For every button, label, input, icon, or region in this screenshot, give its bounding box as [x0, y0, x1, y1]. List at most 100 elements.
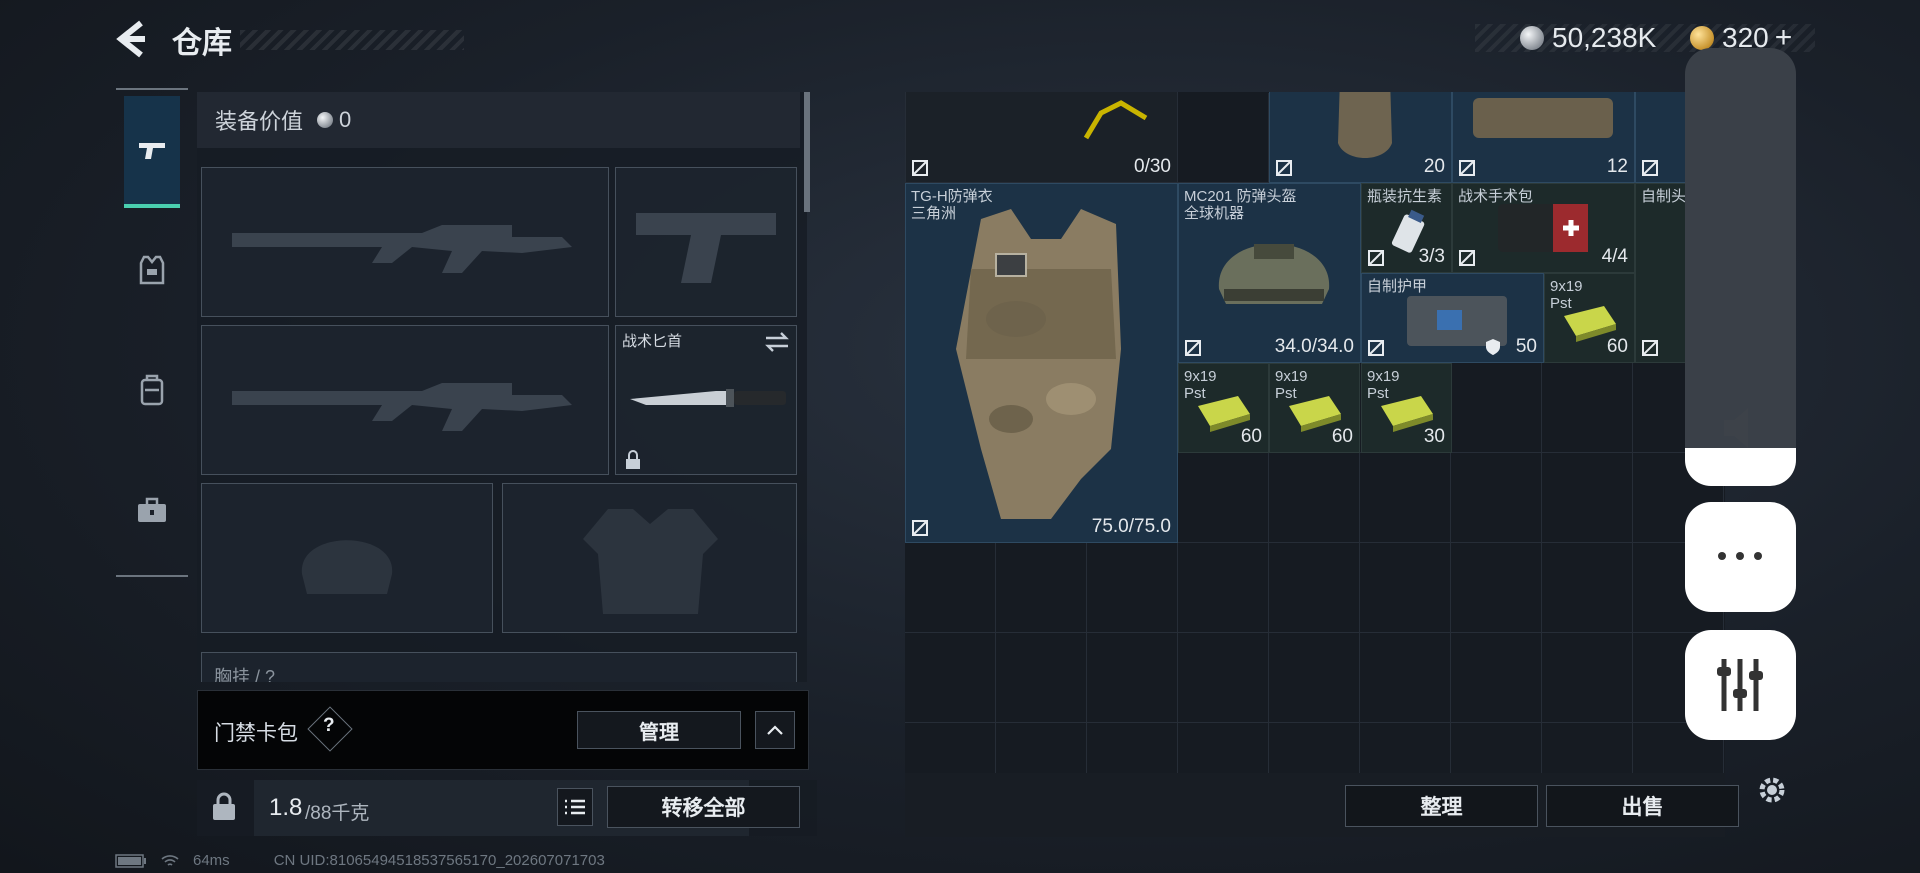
pistol-silhouette-icon [636, 213, 776, 283]
grid-item-cable[interactable]: 0/30 [905, 92, 1178, 183]
grid-cell[interactable] [1178, 543, 1269, 633]
equipment-scrollbar[interactable] [804, 92, 810, 212]
grid-item-ammo[interactable]: 9x19 Pst 60 [1178, 363, 1269, 453]
sort-button[interactable]: 整理 [1345, 785, 1538, 827]
grid-cell[interactable] [996, 543, 1087, 633]
keycard-label: 门禁卡包 [214, 722, 298, 745]
storage-grid[interactable]: 0/30 20 12 TG-H防弹衣 三角洲 75.0/75.0 MC201 防… [905, 92, 1725, 837]
grid-cell[interactable] [1178, 633, 1269, 723]
grid-item-pack[interactable]: 12 [1452, 92, 1635, 183]
knife-icon [630, 389, 786, 407]
grid-cell[interactable] [1451, 543, 1542, 633]
toolbox-icon [138, 497, 166, 522]
manage-button[interactable]: 管理 [577, 711, 741, 749]
grid-cell[interactable] [1360, 453, 1451, 543]
item-value: 0/30 [1134, 156, 1171, 177]
grid-cell[interactable] [1087, 543, 1178, 633]
no-insurance-icon [912, 160, 928, 176]
list-view-button[interactable] [557, 788, 593, 826]
transfer-all-button[interactable]: 转移全部 [607, 786, 800, 828]
keycard-bar: 门禁卡包 ? 管理 [197, 690, 809, 770]
more-options-button[interactable] [1685, 502, 1796, 612]
grid-item-pouch[interactable]: 20 [1269, 92, 1452, 183]
category-backpack[interactable] [124, 336, 180, 444]
grid-item-ammo[interactable]: 9x19 Pst 30 [1361, 363, 1452, 453]
grid-item-antibiotic[interactable]: 瓶装抗生素 3/3 [1361, 183, 1452, 273]
back-arrow-icon[interactable] [115, 20, 149, 58]
body-armor-slot[interactable] [502, 483, 797, 633]
no-insurance-icon [1276, 160, 1292, 176]
weight-max: /88千克 [305, 803, 370, 824]
helmet-slot[interactable] [201, 483, 493, 633]
lock-icon [626, 450, 640, 469]
sell-button[interactable]: 出售 [1546, 785, 1739, 827]
swap-icon[interactable] [764, 331, 790, 353]
status-footer: 64ms CN UID:81065494518537565170_2026070… [115, 852, 605, 869]
grid-cell[interactable] [1269, 543, 1360, 633]
helmet-name-line1: MC201 防弹头盔 [1184, 188, 1297, 205]
grid-cell[interactable] [1360, 543, 1451, 633]
grid-cell[interactable] [1542, 363, 1633, 453]
ammo-name-line1: 9x19 [1550, 278, 1583, 295]
grid-cell[interactable] [1542, 633, 1633, 723]
category-toolbox[interactable] [124, 456, 180, 564]
grid-cell[interactable] [905, 633, 996, 723]
no-insurance-icon [1368, 250, 1384, 266]
weight-bar: 1.8 /88千克 转移全部 [197, 780, 817, 836]
grid-item-homemade-armor[interactable]: 自制护甲 50 [1361, 273, 1544, 363]
grid-item-vest[interactable]: TG-H防弹衣 三角洲 75.0/75.0 [905, 183, 1178, 543]
equalizer-button[interactable] [1685, 630, 1796, 740]
category-armor[interactable] [124, 216, 180, 324]
grid-cell[interactable] [1178, 93, 1269, 183]
no-insurance-icon [1185, 340, 1201, 356]
equipment-value: 0 [339, 107, 352, 132]
no-insurance-icon [1459, 250, 1475, 266]
no-insurance-icon [1642, 340, 1658, 356]
armor-vest-icon [139, 255, 165, 285]
grid-cell[interactable] [905, 543, 996, 633]
pistol-icon [139, 143, 165, 159]
grid-cell[interactable] [1542, 543, 1633, 633]
grid-cell[interactable] [1087, 633, 1178, 723]
gold-coin-icon [1690, 26, 1714, 50]
grid-action-bar: 整理 出售 [905, 773, 1739, 837]
body-armor-icon [956, 209, 1121, 519]
grid-item-helmet[interactable]: MC201 防弹头盔 全球机器 34.0/34.0 [1178, 183, 1361, 363]
cable-icon [1083, 100, 1148, 140]
grid-cell[interactable] [1178, 453, 1269, 543]
item-value: 12 [1606, 156, 1628, 177]
grid-cell[interactable] [996, 633, 1087, 723]
melee-label: 战术匕首 [622, 333, 683, 350]
grid-cell[interactable] [1451, 363, 1542, 453]
grid-cell[interactable] [1542, 453, 1633, 543]
settings-gear-icon[interactable] [1755, 773, 1789, 807]
grid-cell[interactable] [1451, 633, 1542, 723]
grid-item-ammo[interactable]: 9x19 Pst 60 [1269, 363, 1360, 453]
volume-slider[interactable] [1685, 48, 1796, 486]
silver-coin-icon [1520, 26, 1544, 50]
chest-rig-slot[interactable]: 胸挂 / ? [201, 652, 797, 682]
ammo-name-line1: 9x19 [1275, 368, 1308, 385]
grid-item-surgical-kit[interactable]: 战术手术包 4/4 [1452, 183, 1635, 273]
grid-cell[interactable] [1451, 453, 1542, 543]
grid-item-ammo[interactable]: 9x19 Pst 60 [1544, 273, 1635, 363]
grid-cell[interactable] [1269, 453, 1360, 543]
silver-amount: 50,238K [1552, 22, 1657, 53]
vest-durability: 75.0/75.0 [1091, 516, 1171, 537]
expand-button[interactable] [755, 711, 795, 749]
surgical-kit-icon [1498, 204, 1588, 252]
category-weapons[interactable] [124, 96, 180, 208]
homemade-head-name: 自制头 [1641, 188, 1687, 205]
secondary-weapon-slot[interactable] [615, 167, 797, 317]
primary-weapon-slot-2[interactable] [201, 325, 609, 475]
no-insurance-icon [1642, 160, 1658, 176]
more-dots-icon [1718, 552, 1762, 560]
primary-weapon-slot[interactable] [201, 167, 609, 317]
grid-cell[interactable] [1360, 633, 1451, 723]
antibiotic-name: 瓶装抗生素 [1367, 188, 1443, 205]
equipment-value-label: 装备价值 [215, 109, 304, 134]
help-icon[interactable]: ? [323, 715, 335, 737]
ping-value: 64ms [193, 852, 230, 869]
melee-slot[interactable]: 战术匕首 [615, 325, 797, 475]
grid-cell[interactable] [1269, 633, 1360, 723]
